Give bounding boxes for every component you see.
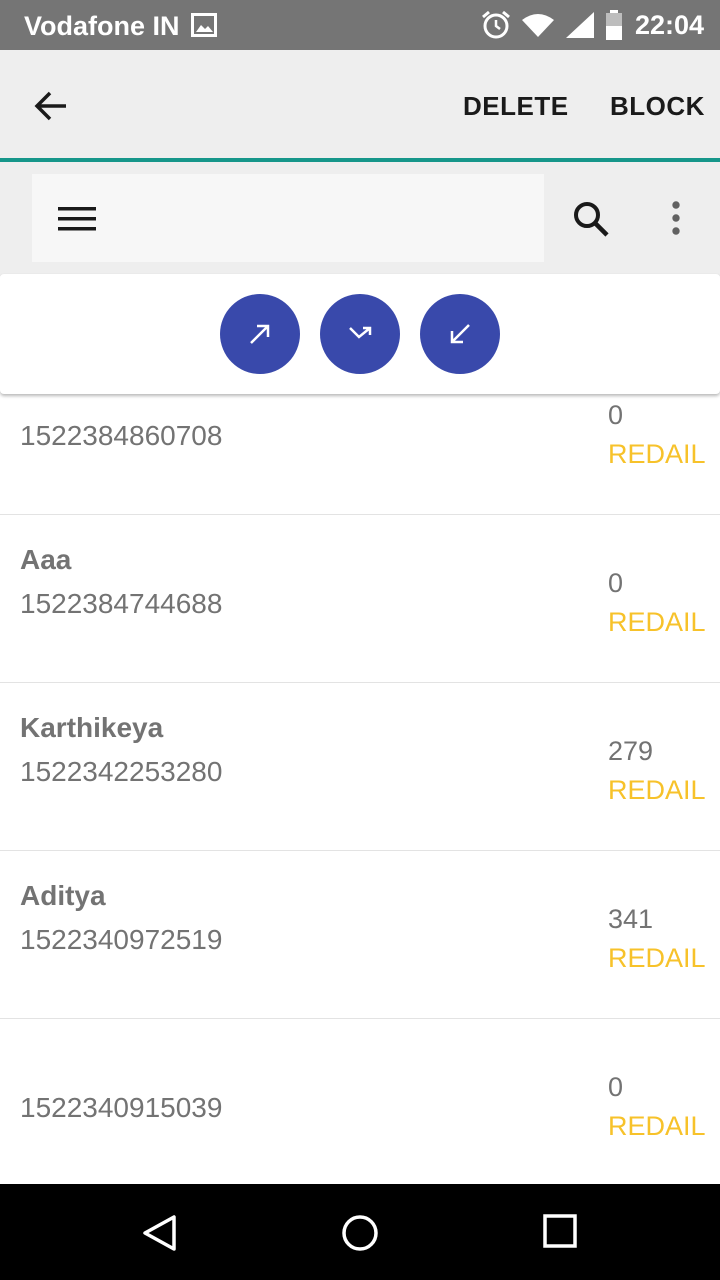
phone-number: 1522384860708 — [20, 420, 223, 451]
incoming-calls-filter-button[interactable] — [420, 294, 500, 374]
battery-icon — [605, 10, 622, 40]
call-log-row[interactable]: Karthikeya 1522342253280 279 REDAIL — [0, 683, 720, 851]
call-log-row[interactable]: Aaa 1522384744688 0 REDAIL — [0, 515, 720, 683]
image-icon — [191, 13, 217, 37]
back-triangle-icon[interactable] — [141, 1214, 179, 1252]
alarm-icon — [481, 10, 510, 39]
signal-icon — [565, 12, 594, 38]
search-toolbar — [0, 162, 720, 276]
search-box[interactable] — [32, 174, 544, 262]
phone-number: 1522340915039 — [20, 1092, 223, 1123]
call-log-row[interactable]: 1522340915039 0 REDAIL — [0, 1019, 720, 1184]
status-bar: Vodafone IN 22:04 — [0, 0, 720, 50]
contact-name: Aaa — [20, 544, 72, 575]
phone-number: 1522384744688 — [20, 588, 223, 619]
call-log-row[interactable]: Aditya 1522340972519 341 REDAIL — [0, 851, 720, 1019]
more-vertical-icon[interactable] — [668, 200, 684, 236]
outgoing-calls-filter-button[interactable] — [220, 294, 300, 374]
redial-button[interactable]: REDAIL — [608, 607, 706, 638]
wifi-icon — [521, 14, 554, 37]
recents-square-icon[interactable] — [543, 1214, 577, 1248]
redial-button[interactable]: REDAIL — [608, 943, 706, 974]
redial-button[interactable]: REDAIL — [608, 1111, 706, 1142]
status-icons: 22:04 — [471, 0, 704, 50]
phone-number: 1522342253280 — [20, 756, 223, 787]
search-icon[interactable] — [572, 200, 610, 238]
call-log-list[interactable]: 1522384860708 0 REDAIL Aaa 1522384744688… — [0, 394, 720, 1184]
call-duration: 0 — [608, 568, 624, 598]
redial-button[interactable]: REDAIL — [608, 775, 706, 806]
contact-name: Aditya — [20, 880, 106, 911]
clock-time: 22:04 — [634, 9, 704, 40]
home-circle-icon[interactable] — [341, 1214, 379, 1252]
block-button[interactable]: BLOCK — [610, 91, 705, 122]
call-duration: 0 — [608, 1072, 624, 1102]
carrier-name: Vodafone IN — [24, 11, 180, 41]
incoming-call-icon — [450, 324, 470, 344]
call-duration: 0 — [608, 400, 624, 430]
call-duration: 341 — [608, 904, 654, 934]
delete-button[interactable]: DELETE — [463, 91, 569, 122]
arrow-left-icon[interactable] — [32, 86, 72, 126]
outgoing-call-icon — [250, 324, 270, 344]
phone-number: 1522340972519 — [20, 924, 223, 955]
hamburger-menu-icon[interactable] — [58, 206, 96, 232]
redial-button[interactable]: REDAIL — [608, 439, 706, 470]
call-duration: 279 — [608, 736, 654, 766]
action-bar: DELETE BLOCK — [0, 50, 720, 162]
call-log-row[interactable]: 1522384860708 0 REDAIL — [0, 394, 720, 515]
call-filter-card — [0, 274, 720, 394]
contact-name: Karthikeya — [20, 712, 164, 743]
system-nav-bar — [0, 1184, 720, 1280]
missed-calls-filter-button[interactable] — [320, 294, 400, 374]
missed-call-icon — [349, 326, 372, 339]
